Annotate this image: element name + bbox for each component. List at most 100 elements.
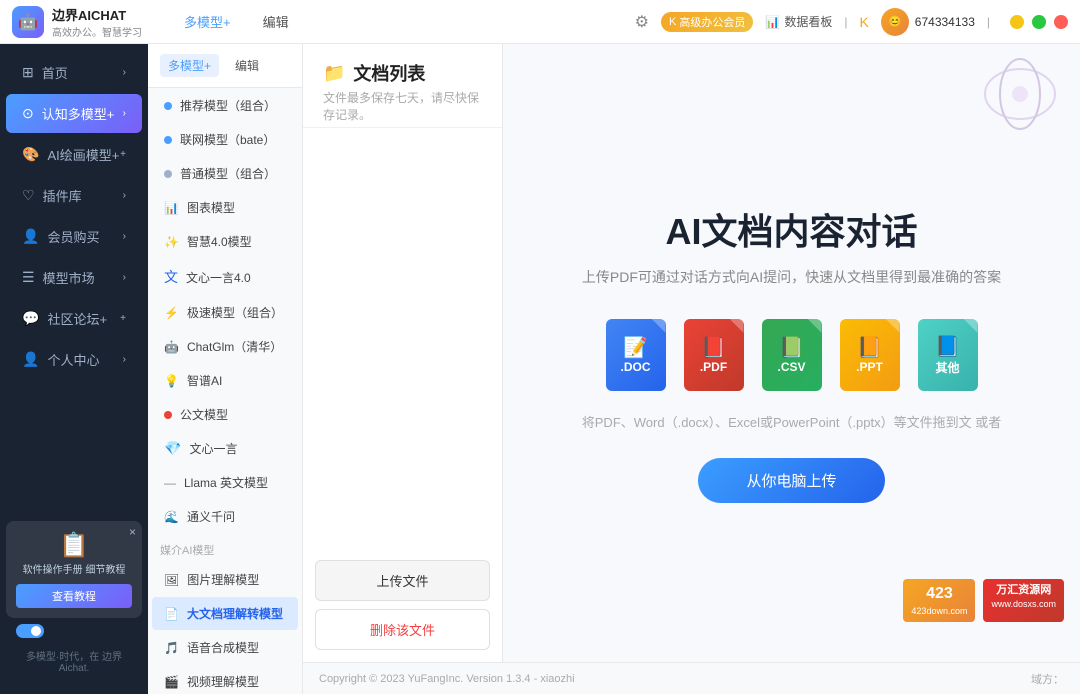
chevron-icon-8: ›	[123, 354, 126, 365]
file-corner-4	[886, 319, 900, 333]
zhipu-icon: 💡	[164, 374, 179, 388]
media-section-label: 媒介AI模型	[148, 534, 302, 562]
sub-nav-item-chatglm[interactable]: 🤖 ChatGlm（清华）	[152, 330, 298, 363]
doc-list-title: 📁 文档列表	[323, 60, 482, 86]
sidebar-item-vip[interactable]: 👤 会员购买 ›	[6, 217, 142, 256]
separator2: |	[987, 15, 990, 29]
user-id: 674334133	[915, 15, 975, 29]
vip-badge[interactable]: K 高级办公会员	[661, 12, 753, 32]
sub-nav-label-fast: 极速模型（组合）	[187, 304, 283, 321]
llama-icon: —	[164, 476, 176, 490]
upload-from-pc-button[interactable]: 从你电脑上传	[698, 458, 884, 503]
promo-close-button[interactable]: ×	[129, 525, 136, 539]
avatar: 😊	[881, 8, 909, 36]
sub-nav-label-chart: 图表模型	[187, 199, 235, 216]
sub-nav-item-normal[interactable]: 普通模型（组合）	[152, 157, 298, 190]
sub-nav-tab-edit[interactable]: 编辑	[227, 54, 267, 77]
decorative-element	[980, 54, 1060, 134]
sub-nav-label-wenxin: 文心一言	[189, 440, 237, 457]
docparse-icon: 📄	[164, 607, 179, 621]
sub-nav-item-wenxin40[interactable]: 文 文心一言4.0	[152, 259, 298, 295]
app-branding: 🤖 边界AICHAT 高效办公。智慧学习	[12, 5, 160, 39]
watermark-2: 万汇资源网 www.dosxs.com	[983, 579, 1064, 622]
data-panel-button[interactable]: 📊 数据看板	[765, 13, 832, 30]
file-icon-other: 📘 其他	[918, 319, 978, 391]
sidebar-item-forum[interactable]: 💬 社区论坛+ +	[6, 299, 142, 338]
sub-nav-item-fast[interactable]: ⚡ 极速模型（组合）	[152, 296, 298, 329]
sub-nav-item-video[interactable]: 🎬 视频理解模型	[152, 665, 298, 694]
chart-icon: 📊	[164, 201, 179, 215]
chevron-icon-5: ›	[123, 231, 126, 242]
file-icon-pdf: 📕 .PDF	[684, 319, 744, 391]
footer-right: 域方：	[1031, 671, 1064, 687]
multimodel-icon: ⊙	[22, 105, 34, 122]
app-logo: 🤖	[12, 6, 44, 38]
official-dot	[164, 411, 172, 419]
minimize-button[interactable]	[1010, 15, 1024, 29]
settings-icon[interactable]: ⚙	[635, 12, 649, 32]
separator: |	[844, 15, 847, 29]
watermark-1: 423 423down.com	[903, 579, 975, 622]
forum-icon: 💬	[22, 310, 39, 327]
file-corner-3	[808, 319, 822, 333]
sub-nav-label-docparse: 大文档理解转模型	[187, 605, 283, 622]
app-subtitle: 高效办公。智慧学习	[52, 24, 142, 39]
promo-card: × 📋 软件操作手册 细节教程 查看教程	[6, 521, 142, 618]
tongyi-icon: 🌊	[164, 510, 179, 524]
maximize-button[interactable]	[1032, 15, 1046, 29]
file-icon-doc: 📝 .DOC	[606, 319, 666, 391]
network-dot	[164, 136, 172, 144]
delete-file-button[interactable]: 删除该文件	[315, 609, 490, 650]
sub-nav-label-llama: Llama 英文模型	[184, 474, 268, 491]
sub-nav-item-recommend[interactable]: 推荐模型（组合）	[152, 89, 298, 122]
sub-nav-item-chart[interactable]: 📊 图表模型	[152, 191, 298, 224]
main-content: 📁 文档列表 文件最多保存七天，请尽快保存记录。 上传文件 删除该文件	[303, 44, 1080, 694]
sidebar-item-profile[interactable]: 👤 个人中心 ›	[6, 340, 142, 379]
right-panel: AI文档内容对话 上传PDF可通过对话方式向AI提问，快速从文档里得到最准确的答…	[503, 44, 1080, 662]
sub-nav-item-llama[interactable]: — Llama 英文模型	[152, 466, 298, 499]
sidebar-label-vip: 会员购买	[47, 227, 99, 246]
ai-dialog-title: AI文档内容对话	[665, 203, 917, 255]
sub-nav-label-video: 视频理解模型	[187, 673, 259, 690]
nav-tab-multimodel[interactable]: 多模型+	[176, 8, 239, 35]
chevron-icon-4: ›	[123, 190, 126, 201]
file-icons-row: 📝 .DOC 📕 .PDF 📗 .CSV	[606, 319, 978, 391]
sub-nav-label-recommend: 推荐模型（组合）	[180, 97, 276, 114]
sidebar-item-multimodel[interactable]: ⊙ 认知多模型+ ›	[6, 94, 142, 133]
sub-nav-item-image[interactable]: 🖼 图片理解模型	[152, 563, 298, 596]
sidebar-item-home[interactable]: ⊞ 首页 ›	[6, 53, 142, 92]
sub-nav-label-wenxin40: 文心一言4.0	[186, 269, 251, 286]
upload-file-button[interactable]: 上传文件	[315, 560, 490, 601]
app-title-group: 边界AICHAT 高效办公。智慧学习	[52, 5, 142, 39]
sub-nav-label-tts: 语音合成模型	[187, 639, 259, 656]
sub-nav-item-network[interactable]: 联网模型（bate）	[152, 123, 298, 156]
promo-button[interactable]: 查看教程	[16, 584, 132, 608]
sidebar-label-market: 模型市场	[43, 268, 95, 287]
chatglm-icon: 🤖	[164, 340, 179, 354]
sub-nav-label-zhipu: 智谱AI	[187, 372, 222, 389]
fast-icon: ⚡	[164, 306, 179, 320]
sub-nav-item-wenxin[interactable]: 💎 文心一言	[152, 432, 298, 465]
nav-tab-edit[interactable]: 编辑	[255, 8, 297, 35]
sub-nav-item-docparse[interactable]: 📄 大文档理解转模型	[152, 597, 298, 630]
sidebar-label-home: 首页	[42, 63, 68, 82]
doc-list-empty	[303, 128, 502, 548]
sub-nav-item-zhipu[interactable]: 💡 智谱AI	[152, 364, 298, 397]
sub-nav-tab-multimodel[interactable]: 多模型+	[160, 54, 219, 77]
close-button[interactable]	[1054, 15, 1068, 29]
sidebar-item-plugins[interactable]: ♡ 插件库 ›	[6, 176, 142, 215]
sidebar-item-painting[interactable]: 🎨 AI绘画模型+ +	[6, 135, 142, 174]
image-icon: 🖼	[164, 573, 179, 587]
sub-nav-item-tongyi[interactable]: 🌊 通义千问	[152, 500, 298, 533]
sidebar-label-plugins: 插件库	[43, 186, 82, 205]
chevron-icon-7: +	[120, 313, 126, 324]
watermarks: 423 423down.com 万汇资源网 www.dosxs.com	[903, 579, 1064, 622]
sub-nav-item-official[interactable]: 公文模型	[152, 398, 298, 431]
sub-nav-item-wisdom[interactable]: ✨ 智慧4.0模型	[152, 225, 298, 258]
sidebar-item-market[interactable]: ☰ 模型市场 ›	[6, 258, 142, 297]
title-nav: 多模型+ 编辑	[160, 8, 635, 35]
toggle-switch[interactable]	[16, 624, 44, 638]
sub-nav-item-tts[interactable]: 🎵 语音合成模型	[152, 631, 298, 664]
chevron-icon-2: ›	[123, 108, 126, 119]
sidebar: ⊞ 首页 › ⊙ 认知多模型+ › 🎨 AI绘画模型+ + ♡ 插件库 ›	[0, 44, 148, 694]
